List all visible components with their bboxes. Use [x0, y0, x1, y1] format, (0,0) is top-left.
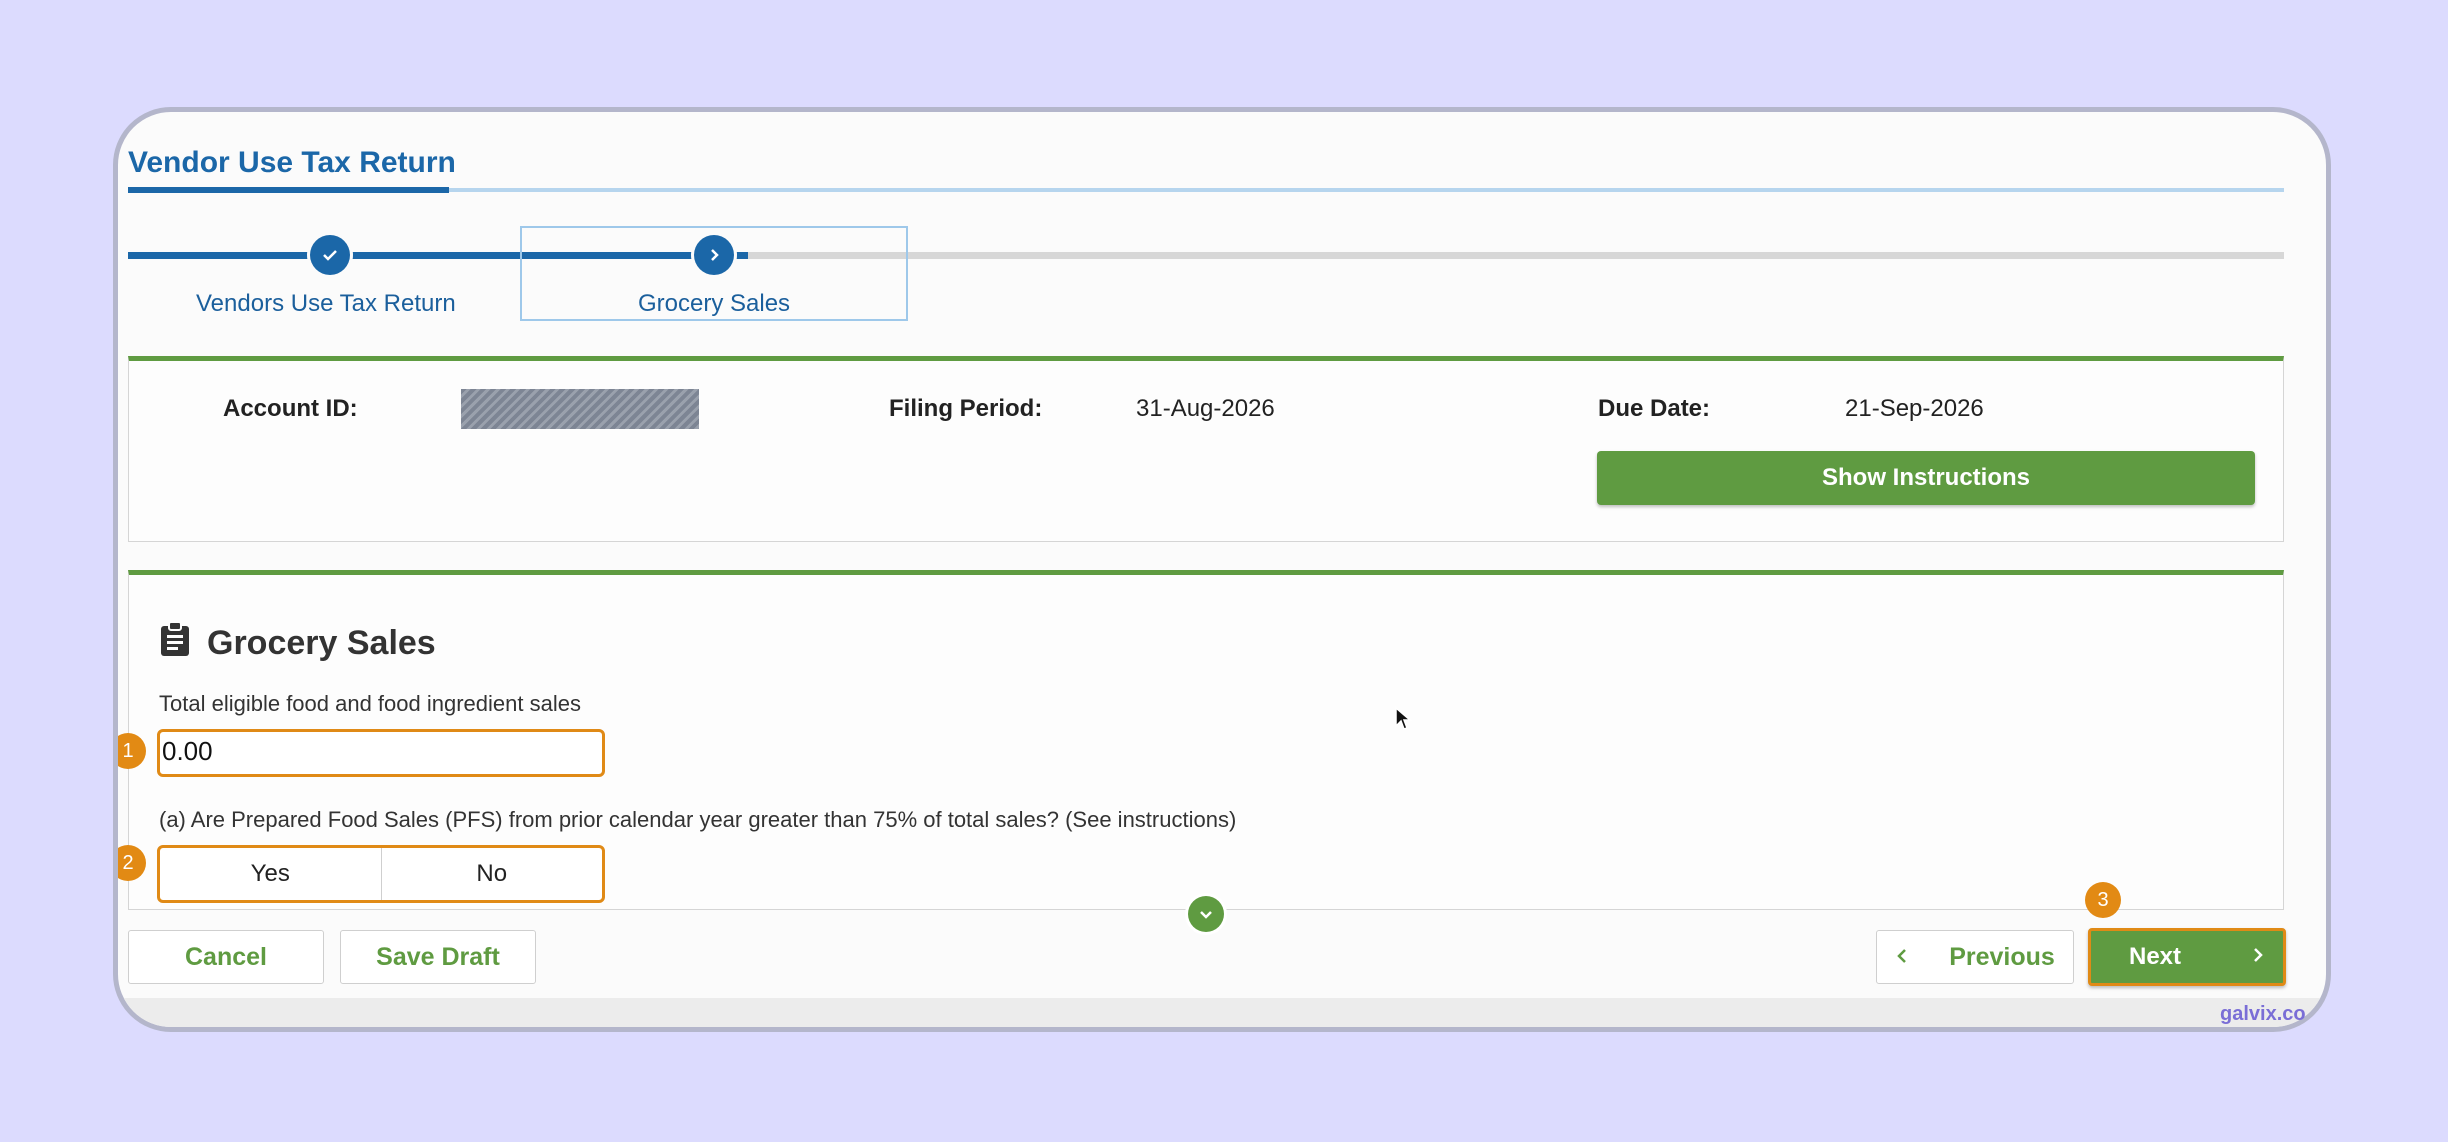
mouse-pointer-icon	[1394, 706, 1413, 737]
account-id-label: Account ID:	[223, 395, 358, 422]
clipboard-icon	[159, 621, 191, 666]
chevron-left-icon	[1895, 943, 1909, 972]
scroll-down-chevron-icon[interactable]	[1188, 896, 1224, 932]
filing-period-value: 31-Aug-2026	[1136, 395, 1275, 422]
section-heading: Grocery Sales	[159, 621, 436, 666]
pfs-question-label: (a) Are Prepared Food Sales (PFS) from p…	[159, 807, 1237, 832]
page-title: Vendor Use Tax Return	[128, 146, 456, 179]
stepper-remaining-line	[748, 252, 2284, 259]
step-2-chevron-right-icon[interactable]	[694, 235, 734, 275]
yes-option[interactable]: Yes	[160, 848, 381, 900]
next-label: Next	[2128, 943, 2182, 970]
previous-label: Previous	[1949, 942, 2055, 971]
show-instructions-button[interactable]: Show Instructions	[1597, 451, 2255, 505]
title-divider-active	[128, 187, 449, 193]
step-1-label[interactable]: Vendors Use Tax Return	[196, 290, 456, 318]
filing-info-panel: Account ID: Filing Period: 31-Aug-2026 D…	[128, 356, 2284, 542]
watermark: galvix.co	[2220, 1003, 2306, 1025]
annotation-badge-3: 3	[2085, 882, 2121, 918]
grocery-sales-panel: Grocery Sales Total eligible food and fo…	[128, 570, 2284, 910]
no-option[interactable]: No	[380, 848, 603, 900]
pfs-yes-no-toggle: Yes No	[157, 845, 605, 903]
account-id-redacted	[461, 389, 699, 429]
step-1-check-icon[interactable]	[310, 235, 350, 275]
section-title: Grocery Sales	[207, 624, 436, 662]
food-sales-label: Total eligible food and food ingredient …	[159, 691, 581, 716]
filing-period-label: Filing Period:	[889, 395, 1043, 422]
app-window: Vendor Use Tax Return Vendors Use Tax Re…	[113, 107, 2331, 1032]
due-date-label: Due Date:	[1598, 395, 1711, 422]
next-button[interactable]: Next	[2088, 928, 2286, 986]
save-draft-button[interactable]: Save Draft	[340, 930, 536, 984]
step-2-label[interactable]: Grocery Sales	[638, 290, 790, 318]
title-divider	[128, 188, 2284, 192]
previous-button[interactable]: Previous	[1876, 930, 2074, 984]
bottom-strip	[118, 998, 2326, 1027]
due-date-value: 21-Sep-2026	[1845, 395, 1984, 422]
food-sales-input[interactable]: 0.00	[157, 729, 605, 777]
cancel-button[interactable]: Cancel	[128, 930, 324, 984]
chevron-right-icon	[2251, 943, 2265, 971]
